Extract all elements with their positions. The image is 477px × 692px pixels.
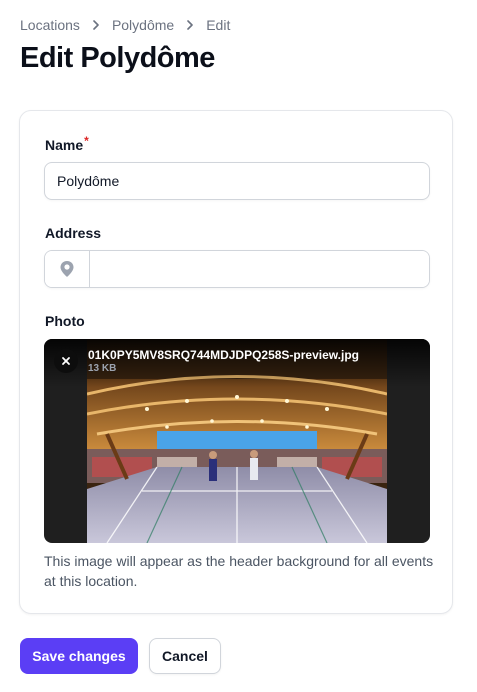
name-label-text: Name [45, 137, 84, 153]
chevron-right-icon [186, 20, 194, 30]
required-marker: * [84, 134, 89, 148]
address-input[interactable] [90, 251, 429, 287]
photo-help-text: This image will appear as the header bac… [44, 553, 434, 589]
address-field [44, 250, 430, 288]
map-pin-icon [45, 251, 90, 287]
photo-file-name: 01K0PY5MV8SRQ744MDJDPQ258S-preview.jpg [88, 348, 360, 362]
chevron-right-icon [92, 20, 100, 30]
remove-photo-button[interactable] [54, 349, 78, 373]
photo-file-size: 13 KB [88, 363, 117, 374]
breadcrumb-polydome[interactable]: Polydôme [112, 17, 174, 33]
breadcrumb-current: Edit [206, 17, 231, 33]
breadcrumb: Locations Polydôme Edit [20, 16, 230, 34]
address-label: Address [45, 225, 102, 241]
name-input[interactable] [44, 162, 430, 200]
photo-preview[interactable]: 01K0PY5MV8SRQ744MDJDPQ258S-preview.jpg 1… [44, 339, 430, 543]
save-changes-button[interactable]: Save changes [20, 638, 138, 674]
breadcrumb-locations[interactable]: Locations [20, 17, 80, 33]
name-label: Name* [45, 134, 89, 153]
cancel-button[interactable]: Cancel [149, 638, 221, 674]
photo-label: Photo [45, 313, 85, 329]
page-title: Edit Polydôme [20, 42, 215, 74]
close-icon [61, 356, 71, 366]
edit-location-form: Name* Address Photo [19, 110, 453, 614]
